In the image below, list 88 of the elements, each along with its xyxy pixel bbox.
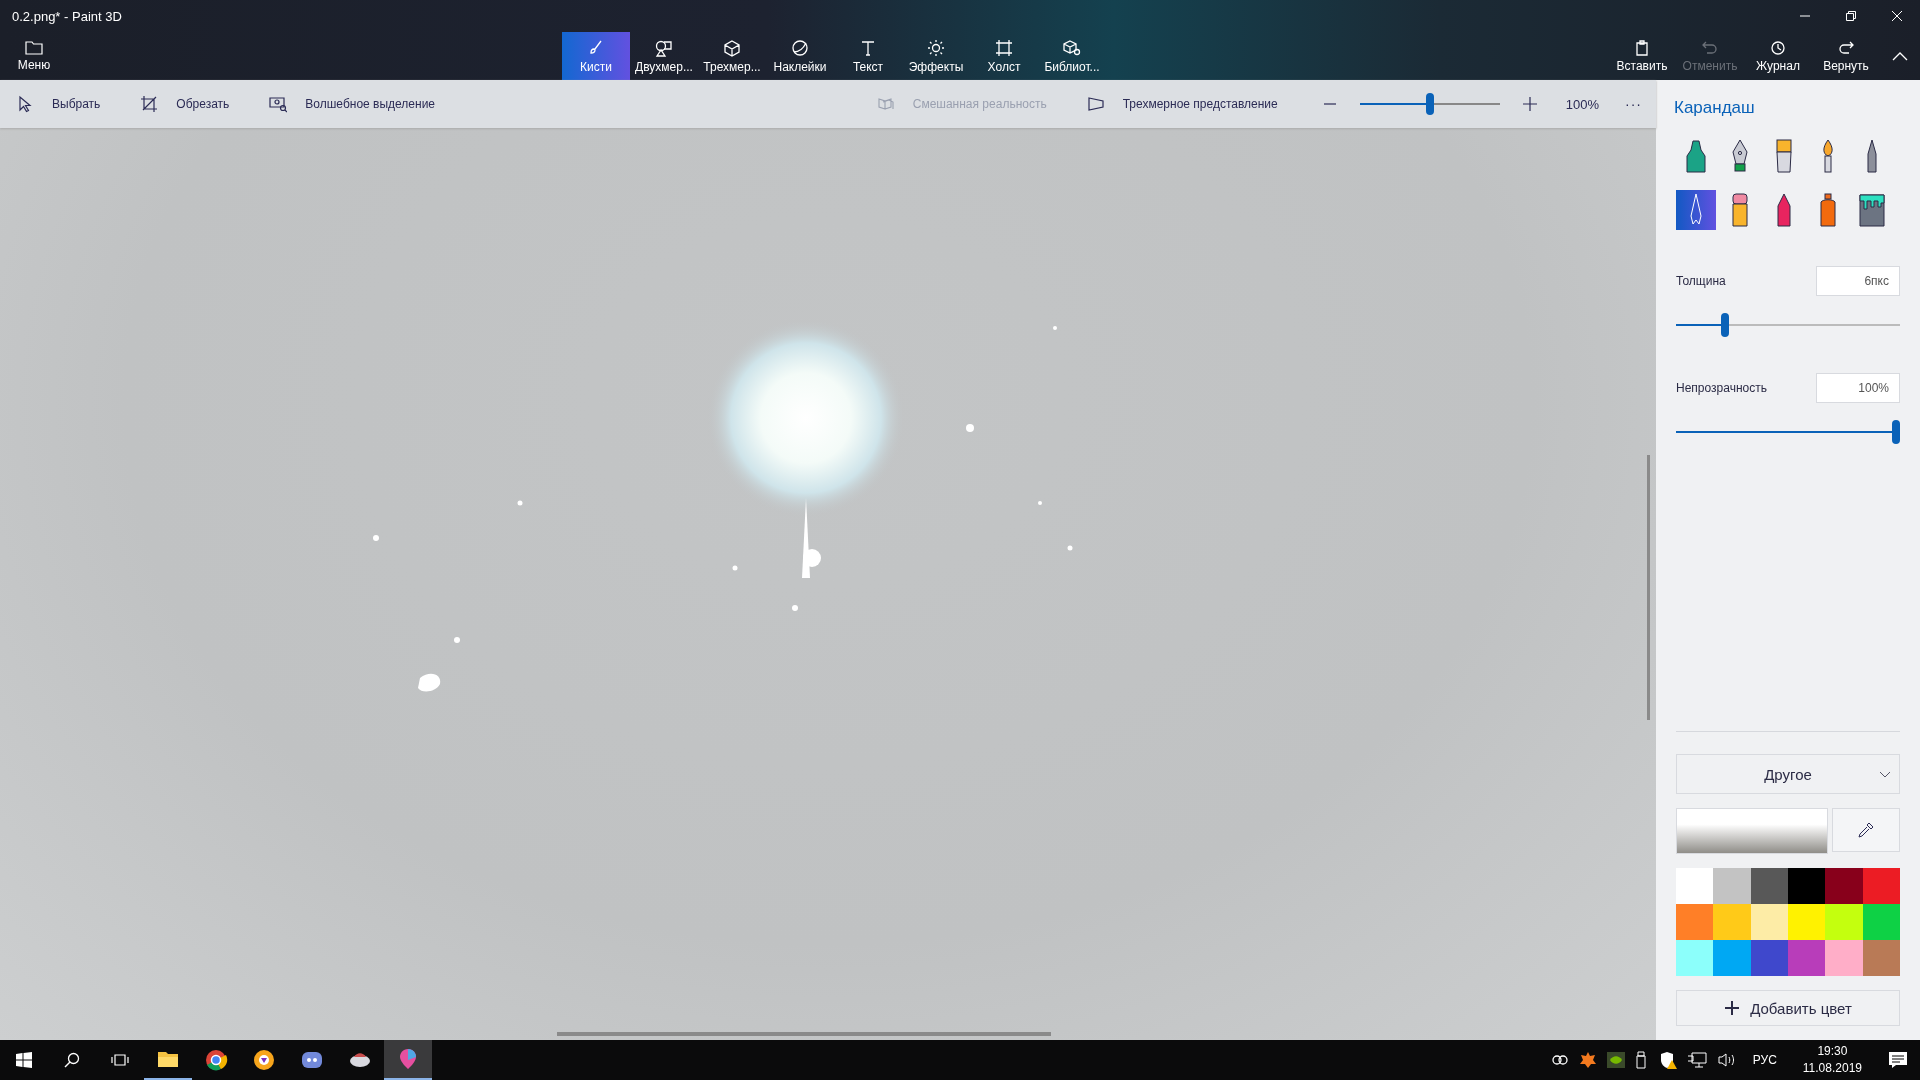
toolbar-button[interactable]: Выбрать [16,95,101,113]
brush-tool[interactable] [1676,190,1716,230]
notification-icon[interactable] [1888,1051,1908,1069]
sticker-icon [790,38,810,57]
color-swatch[interactable] [1788,940,1826,976]
cube-icon [722,38,742,57]
color-swatch[interactable] [1713,940,1751,976]
3d-view-icon [1086,96,1105,112]
add-color-button[interactable]: Добавить цвет [1676,990,1900,1026]
tool-tab[interactable]: Текст [834,32,902,80]
slider-label: Непрозрачность [1676,381,1767,395]
color-swatch[interactable] [1750,868,1788,904]
chevron-down-icon [1879,771,1891,779]
action-button[interactable]: Вставить [1608,32,1676,80]
shapes-icon [654,38,674,57]
chevron-up-icon [1892,51,1908,61]
shield-warning-icon[interactable] [1658,1051,1677,1069]
toolbar-button[interactable]: Обрезать [140,95,230,113]
task-view-icon [111,1052,129,1068]
network-icon[interactable] [1686,1051,1707,1069]
window-title: 0.2.png* - Paint 3D [11,8,123,24]
undo-icon [1701,39,1719,56]
action-button[interactable]: Вернуть [1812,32,1880,80]
more-button[interactable]: ··· [1625,96,1642,112]
color-swatch[interactable] [1862,904,1900,940]
vertical-scrollbar[interactable] [1647,455,1650,720]
panel-title: Карандаш [1674,98,1756,118]
tool-tab[interactable]: Холст [970,32,1038,80]
color-swatch[interactable] [1788,868,1826,904]
color-swatch[interactable] [1713,904,1751,940]
clock-time[interactable]: 19:30 [1817,1043,1848,1060]
paste-icon [1633,39,1651,56]
color-swatch[interactable] [1825,940,1863,976]
plus-icon [1521,96,1538,112]
color-swatch[interactable] [1713,868,1751,904]
color-swatch[interactable] [1788,904,1826,940]
action-button[interactable]: Журнал [1744,32,1812,80]
color-swatch[interactable] [1676,904,1714,940]
plus-icon [1724,1000,1741,1016]
browser-icon [252,1048,276,1072]
folder-icon [25,40,43,55]
clock-date[interactable]: 11.08.2019 [1802,1060,1862,1077]
value-field[interactable]: 6пкс [1816,266,1900,296]
gpu-icon[interactable] [1606,1052,1625,1068]
zoom-reading: 100% [1565,96,1599,112]
usb-drive-icon[interactable] [1634,1051,1649,1069]
eyedropper-icon [1858,822,1874,838]
redo-icon [1837,39,1855,56]
antivirus-icon[interactable] [1578,1051,1597,1069]
canvas-icon [994,38,1014,57]
restore-icon [1845,10,1857,22]
color-swatch[interactable] [1676,940,1714,976]
color-swatch[interactable] [1750,904,1788,940]
finish-dropdown[interactable]: Другое [1676,754,1900,794]
3d-view-button[interactable]: Трехмерное представление [1086,96,1278,112]
crop-icon [140,95,159,113]
library-icon [1062,38,1082,57]
color-swatch[interactable] [1825,904,1863,940]
toolbar-button[interactable]: Волшебное выделение [269,95,436,113]
magic-icon [269,95,288,113]
tool-tab[interactable]: Наклейки [766,32,834,80]
bucket-icon [1857,192,1887,228]
select-icon [16,95,34,113]
current-color-swatch[interactable] [1676,808,1828,854]
history-icon [1769,39,1787,56]
tool-tab[interactable]: Эффекты [902,32,970,80]
close-icon [1891,10,1903,22]
language-indicator[interactable]: РУС [1752,1053,1777,1067]
menu-button[interactable]: Меню [0,32,68,80]
tool-tab[interactable]: Трехмер... [698,32,766,80]
sun-icon [926,38,946,57]
slider-label: Толщина [1676,274,1726,288]
color-swatch[interactable] [1862,868,1900,904]
color-swatch[interactable] [1750,940,1788,976]
search-icon [64,1052,80,1068]
volume-icon[interactable] [1716,1052,1737,1068]
tool-tab[interactable]: Двухмер... [630,32,698,80]
cloud-link-icon[interactable] [1550,1054,1569,1066]
mixed-reality-icon [876,96,895,112]
horizontal-scrollbar[interactable] [557,1032,1051,1036]
chrome-icon [204,1048,228,1072]
color-swatch[interactable] [1676,868,1714,904]
tool-tab[interactable]: Кисти [562,32,630,80]
value-field[interactable]: 100% [1816,373,1900,403]
color-swatch[interactable] [1825,868,1863,904]
windows-icon [16,1052,32,1068]
color-swatch[interactable] [1862,940,1900,976]
tool-tab[interactable]: Библиот... [1038,32,1106,80]
